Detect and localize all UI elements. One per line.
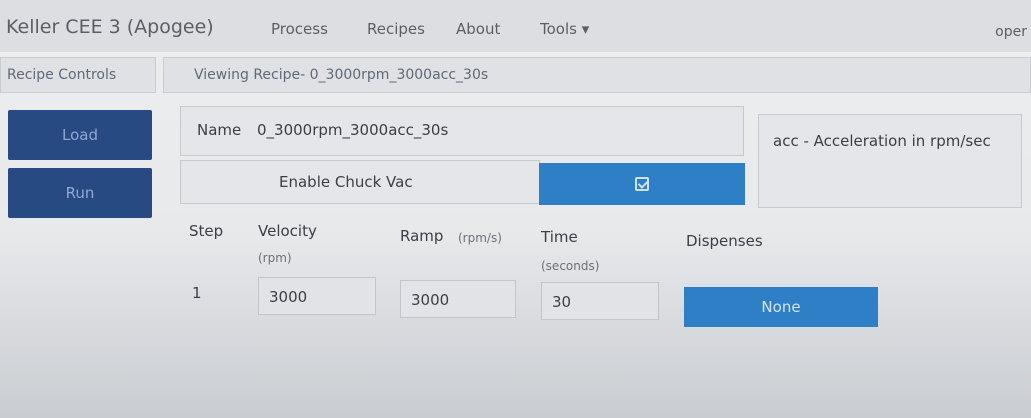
info-note: acc - Acceleration in rpm/sec: [773, 132, 991, 150]
chuck-vac-checkbox[interactable]: [539, 163, 745, 205]
velocity-input[interactable]: 3000: [258, 277, 376, 315]
screen: Keller CEE 3 (Apogee) Process Recipes Ab…: [0, 0, 1031, 418]
chuck-vac-label: Enable Chuck Vac: [279, 173, 413, 191]
viewing-recipe-label: Viewing Recipe- 0_3000rpm_3000acc_30s: [194, 67, 489, 83]
recipe-view-header: Viewing Recipe- 0_3000rpm_3000acc_30s: [163, 57, 1031, 93]
column-ramp-unit: (rpm/s): [458, 231, 502, 245]
column-velocity: Velocity: [258, 222, 317, 240]
nav-tools-dropdown[interactable]: Tools ▾: [540, 20, 589, 38]
load-button[interactable]: Load: [8, 110, 152, 160]
user-name[interactable]: oper: [995, 24, 1027, 40]
chuck-vac-row: Enable Chuck Vac: [180, 160, 540, 204]
column-time: Time: [541, 228, 578, 246]
app-title[interactable]: Keller CEE 3 (Apogee): [6, 16, 214, 38]
nav-about[interactable]: About: [456, 20, 500, 38]
nav-recipes[interactable]: Recipes: [367, 20, 425, 38]
recipe-controls-label: Recipe Controls: [7, 67, 117, 83]
info-note-panel: acc - Acceleration in rpm/sec: [758, 114, 1022, 208]
checkbox-checked-icon: [635, 177, 649, 191]
nav-process[interactable]: Process: [271, 20, 328, 38]
recipe-controls-header: Recipe Controls: [0, 57, 156, 93]
column-ramp: Ramp: [400, 227, 444, 245]
step-number: 1: [192, 284, 202, 302]
time-input[interactable]: 30: [541, 282, 659, 320]
ramp-input[interactable]: 3000: [400, 280, 516, 318]
name-field[interactable]: Name 0_3000rpm_3000acc_30s: [180, 106, 744, 156]
column-dispenses: Dispenses: [686, 232, 763, 250]
name-label: Name: [197, 121, 242, 139]
column-step: Step: [189, 222, 224, 240]
dispenses-button[interactable]: None: [684, 287, 878, 327]
name-value[interactable]: 0_3000rpm_3000acc_30s: [257, 121, 448, 139]
column-time-unit: (seconds): [541, 259, 600, 273]
run-button[interactable]: Run: [8, 168, 152, 218]
column-velocity-unit: (rpm): [258, 251, 292, 265]
top-navbar: Keller CEE 3 (Apogee) Process Recipes Ab…: [0, 0, 1031, 52]
